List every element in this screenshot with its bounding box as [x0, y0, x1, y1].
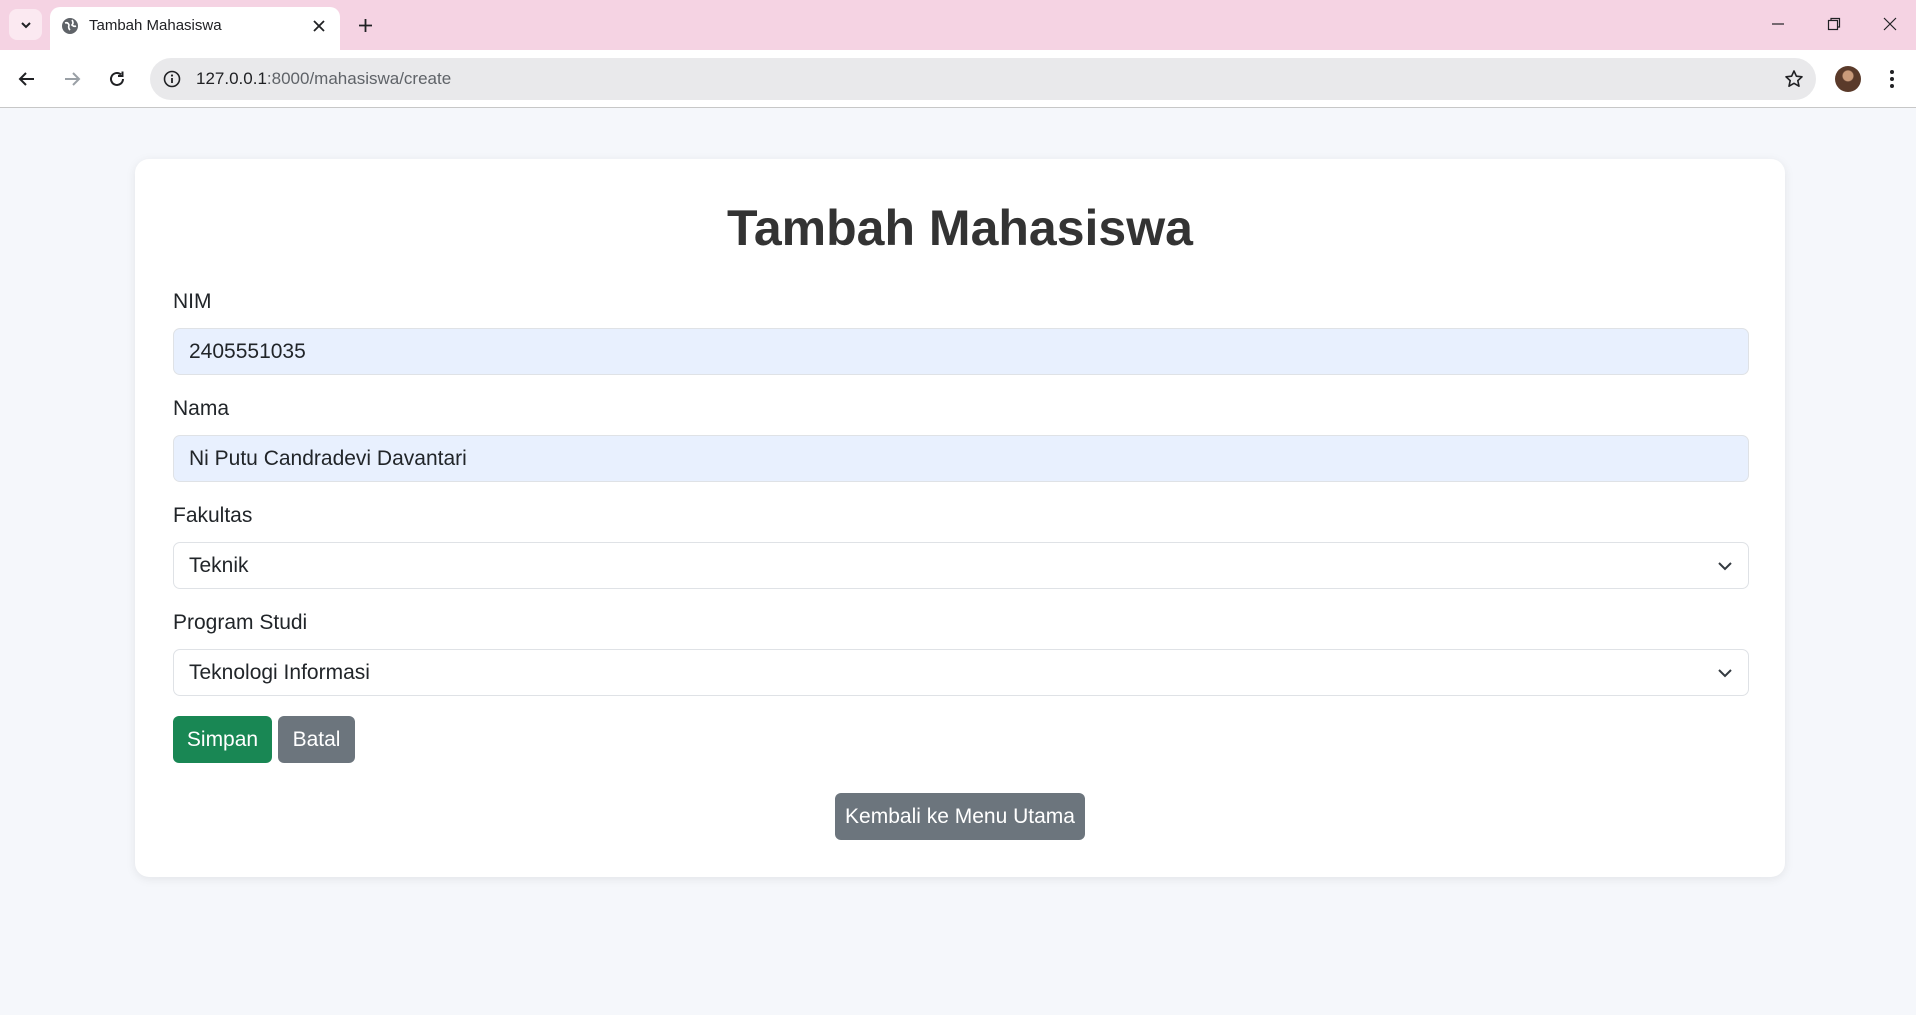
- bookmark-button[interactable]: [1782, 67, 1806, 91]
- back-arrow-icon: [18, 72, 34, 86]
- globe-icon: [62, 18, 78, 34]
- fakultas-label: Fakultas: [173, 504, 253, 527]
- save-button[interactable]: Simpan: [173, 716, 272, 763]
- browser-toolbar: 127.0.0.1:8000/mahasiswa/create: [0, 50, 1916, 108]
- kebab-menu-icon: [1890, 70, 1894, 88]
- chevron-down-icon: [1717, 558, 1733, 574]
- fakultas-selected: Teknik: [189, 553, 249, 577]
- tab-title: Tambah Mahasiswa: [89, 17, 222, 34]
- address-bar[interactable]: 127.0.0.1:8000/mahasiswa/create: [150, 58, 1816, 100]
- url-path: :8000/mahasiswa/create: [266, 69, 452, 88]
- window-close-button[interactable]: [1870, 8, 1910, 40]
- back-button[interactable]: [11, 63, 43, 95]
- new-tab-button[interactable]: [352, 12, 378, 38]
- back-to-menu-button[interactable]: Kembali ke Menu Utama: [835, 793, 1085, 840]
- tab-close-button[interactable]: [308, 15, 330, 37]
- info-icon: [163, 70, 181, 88]
- browser-menu-button[interactable]: [1880, 64, 1904, 94]
- plus-icon: [358, 18, 372, 32]
- forward-arrow-icon: [65, 72, 81, 86]
- site-info-button[interactable]: [161, 68, 183, 90]
- nama-label: Nama: [173, 397, 230, 420]
- minimize-button[interactable]: [1758, 8, 1798, 40]
- restore-icon: [1827, 17, 1841, 31]
- prodi-selected: Teknologi Informasi: [189, 660, 370, 684]
- minimize-icon: [1772, 23, 1784, 25]
- active-tab[interactable]: Tambah Mahasiswa: [50, 7, 340, 50]
- fakultas-select[interactable]: Teknik: [173, 542, 1749, 589]
- url-text[interactable]: 127.0.0.1:8000/mahasiswa/create: [196, 69, 451, 89]
- cancel-button[interactable]: Batal: [278, 716, 355, 763]
- nim-value: 2405551035: [189, 339, 306, 363]
- prodi-label: Program Studi: [173, 611, 308, 634]
- star-icon: [1785, 70, 1803, 87]
- nama-value: Ni Putu Candradevi Davantari: [189, 446, 467, 470]
- tab-strip: Tambah Mahasiswa: [0, 0, 1916, 50]
- close-icon: [313, 20, 325, 32]
- prodi-select[interactable]: Teknologi Informasi: [173, 649, 1749, 696]
- reload-icon: [110, 71, 124, 86]
- tab-search-button[interactable]: [9, 9, 42, 40]
- chevron-down-icon: [1717, 665, 1733, 681]
- url-host: 127.0.0.1: [196, 69, 267, 88]
- avatar[interactable]: [1835, 66, 1861, 92]
- nama-input[interactable]: Ni Putu Candradevi Davantari: [173, 435, 1749, 482]
- reload-button[interactable]: [101, 63, 133, 95]
- forward-button[interactable]: [56, 63, 88, 95]
- nim-label: NIM: [173, 290, 212, 313]
- nim-input[interactable]: 2405551035: [173, 328, 1749, 375]
- form-card: Tambah Mahasiswa NIM 2405551035 Nama Ni …: [135, 159, 1785, 877]
- window-close-icon: [1883, 17, 1897, 31]
- page-title: Tambah Mahasiswa: [727, 200, 1193, 256]
- restore-button[interactable]: [1814, 8, 1854, 40]
- tab-search-icon: [20, 21, 31, 28]
